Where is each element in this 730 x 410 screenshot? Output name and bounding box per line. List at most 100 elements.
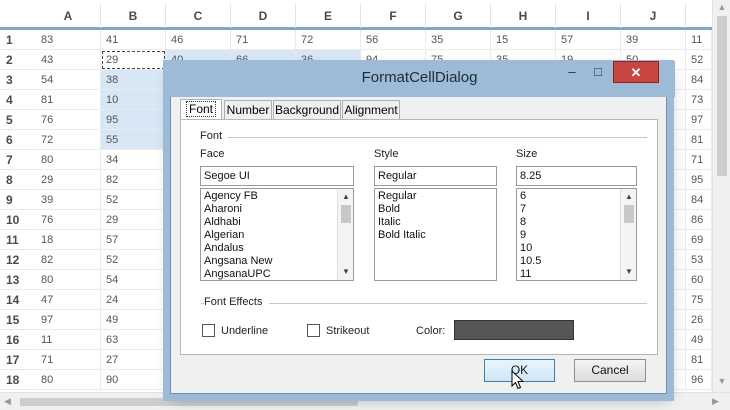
table-cell[interactable]: 29 [101, 50, 166, 70]
row-header[interactable]: 15 [0, 310, 36, 330]
table-cell[interactable]: 60 [686, 270, 712, 290]
horizontal-scroll-thumb[interactable] [20, 398, 358, 406]
size-list-item[interactable]: 8 [517, 216, 636, 229]
table-cell[interactable]: 11 [686, 30, 712, 50]
size-scroll-thumb[interactable] [624, 205, 634, 223]
table-cell[interactable]: 96 [686, 370, 712, 390]
table-cell[interactable]: 52 [101, 250, 166, 270]
table-cell[interactable]: 63 [101, 330, 166, 350]
style-list-item[interactable]: Bold Italic [375, 229, 496, 242]
close-button[interactable]: ✕ [613, 61, 659, 83]
column-header-a[interactable]: A [36, 4, 101, 28]
color-swatch[interactable] [454, 320, 574, 340]
table-cell[interactable]: 97 [686, 110, 712, 130]
strikeout-label[interactable]: Strikeout [326, 325, 369, 337]
table-cell[interactable]: 95 [686, 170, 712, 190]
size-list-item[interactable]: 10 [517, 242, 636, 255]
row-header[interactable]: 3 [0, 70, 36, 90]
cancel-button[interactable]: Cancel [574, 359, 646, 382]
table-cell[interactable]: 90 [101, 370, 166, 390]
face-list-item[interactable]: AngsanaUPC [201, 268, 353, 280]
row-header[interactable]: 9 [0, 190, 36, 210]
table-cell[interactable]: 72 [36, 130, 101, 150]
size-scroll-up-icon[interactable]: ▲ [621, 192, 636, 201]
table-cell[interactable]: 82 [36, 250, 101, 270]
table-cell[interactable]: 82 [101, 170, 166, 190]
table-cell[interactable]: 71 [36, 350, 101, 370]
style-list-item[interactable]: Italic [375, 216, 496, 229]
style-list-item[interactable]: Bold [375, 203, 496, 216]
table-cell[interactable]: 49 [101, 310, 166, 330]
column-header-d[interactable]: D [231, 4, 296, 28]
table-cell[interactable]: 71 [231, 30, 296, 50]
face-list-item[interactable]: Andalus [201, 242, 353, 255]
size-list-item[interactable]: 10.5 [517, 255, 636, 268]
row-header[interactable]: 13 [0, 270, 36, 290]
table-cell[interactable]: 52 [686, 50, 712, 70]
vertical-scrollbar[interactable]: ▲ ▼ [712, 0, 730, 392]
table-cell[interactable]: 29 [36, 170, 101, 190]
row-header[interactable]: 10 [0, 210, 36, 230]
face-list-item[interactable]: Agency FB [201, 190, 353, 203]
row-header[interactable]: 16 [0, 330, 36, 350]
column-header-i[interactable]: I [556, 4, 621, 28]
table-cell[interactable]: 95 [101, 110, 166, 130]
face-scroll-up-icon[interactable]: ▲ [338, 192, 353, 201]
table-cell[interactable]: 43 [36, 50, 101, 70]
tab-number[interactable]: Number [224, 100, 272, 119]
scroll-right-arrow-icon[interactable]: ▶ [712, 396, 719, 407]
row-header[interactable]: 7 [0, 150, 36, 170]
row-header[interactable]: 1 [0, 30, 36, 50]
tab-background[interactable]: Background [273, 100, 341, 119]
size-list-scrollbar[interactable]: ▲ ▼ [620, 189, 636, 280]
table-cell[interactable]: 72 [296, 30, 361, 50]
table-cell[interactable]: 24 [101, 290, 166, 310]
scroll-left-arrow-icon[interactable]: ◀ [4, 396, 11, 407]
table-cell[interactable]: 73 [686, 90, 712, 110]
table-cell[interactable]: 69 [686, 230, 712, 250]
size-list-item[interactable]: 11 [517, 268, 636, 280]
table-cell[interactable]: 54 [36, 70, 101, 90]
scroll-up-arrow-icon[interactable]: ▲ [713, 2, 730, 12]
minimize-button[interactable]: – [559, 61, 585, 83]
scroll-down-arrow-icon[interactable]: ▼ [713, 376, 730, 386]
table-cell[interactable]: 83 [36, 30, 101, 50]
table-cell[interactable]: 81 [36, 90, 101, 110]
face-list-item[interactable]: Algerian [201, 229, 353, 242]
style-listbox[interactable]: Regular Bold Italic Bold Italic [374, 188, 497, 281]
table-cell[interactable]: 84 [686, 70, 712, 90]
table-cell[interactable]: 38 [101, 70, 166, 90]
underline-checkbox[interactable] [202, 324, 215, 337]
dialog-title-bar[interactable]: FormatCellDialog – □ ✕ [164, 61, 675, 97]
table-cell[interactable]: 80 [36, 270, 101, 290]
maximize-button[interactable]: □ [585, 61, 611, 83]
row-header[interactable]: 8 [0, 170, 36, 190]
table-cell[interactable]: 39 [621, 30, 686, 50]
table-cell[interactable]: 41 [101, 30, 166, 50]
size-input[interactable]: 8.25 [516, 166, 637, 186]
column-header-b[interactable]: B [101, 4, 166, 28]
table-cell[interactable]: 10 [101, 90, 166, 110]
face-input[interactable]: Segoe UI [200, 166, 354, 186]
table-cell[interactable]: 56 [361, 30, 426, 50]
table-cell[interactable]: 76 [36, 110, 101, 130]
table-cell[interactable]: 53 [686, 250, 712, 270]
table-cell[interactable]: 11 [36, 330, 101, 350]
table-cell[interactable]: 29 [101, 210, 166, 230]
table-cell[interactable]: 27 [101, 350, 166, 370]
column-header-f[interactable]: F [361, 4, 426, 28]
table-cell[interactable]: 57 [101, 230, 166, 250]
face-scroll-thumb[interactable] [341, 205, 351, 223]
tab-alignment[interactable]: Alignment [342, 100, 400, 119]
row-header[interactable]: 12 [0, 250, 36, 270]
table-cell[interactable]: 86 [686, 210, 712, 230]
row-header[interactable]: 6 [0, 130, 36, 150]
table-cell[interactable]: 81 [686, 130, 712, 150]
size-listbox[interactable]: 6 7 8 9 10 10.5 11 ▲ ▼ [516, 188, 637, 281]
table-cell[interactable]: 52 [101, 190, 166, 210]
table-cell[interactable]: 49 [686, 330, 712, 350]
face-list-item[interactable]: Aldhabi [201, 216, 353, 229]
table-cell[interactable]: 26 [686, 310, 712, 330]
table-cell[interactable]: 46 [166, 30, 231, 50]
column-header-g[interactable]: G [426, 4, 491, 28]
